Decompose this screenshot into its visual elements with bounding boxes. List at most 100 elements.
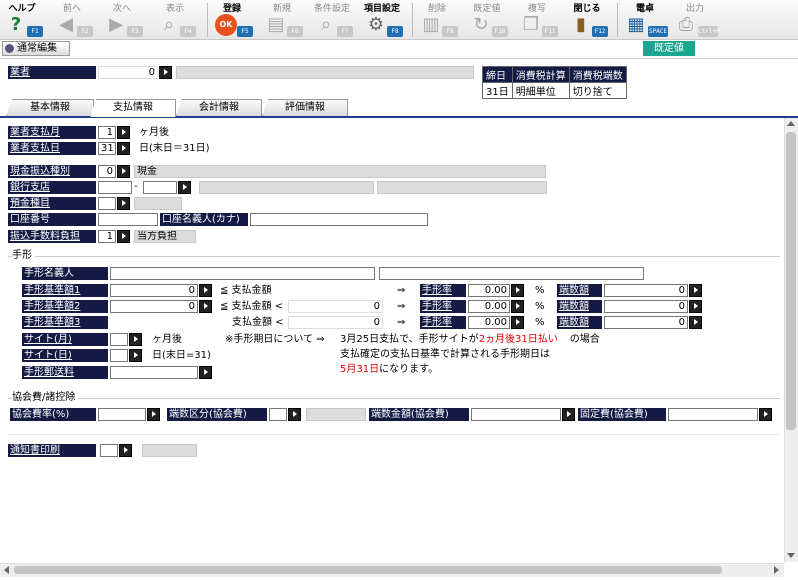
vendor-lookup-button[interactable]: [159, 66, 172, 79]
normal-edit-button[interactable]: 通常編集: [2, 41, 70, 56]
question-icon: ?: [10, 14, 22, 35]
bill-standard-2-input[interactable]: 0: [110, 300, 198, 313]
new-document-icon: ▤: [267, 14, 285, 35]
default-value-badge[interactable]: 既定値: [643, 41, 695, 56]
delete-button[interactable]: 削除 ▥ F9: [417, 0, 458, 40]
bill-standard-1-input[interactable]: 0: [110, 284, 198, 297]
vendor-code-input[interactable]: 0: [98, 66, 158, 79]
site-day-input[interactable]: [110, 349, 128, 362]
output-key: Ctrl+P: [698, 26, 720, 37]
tab-accounting-info[interactable]: 会計情報: [176, 99, 262, 116]
bill-holder-label: 手形名義人: [22, 267, 108, 280]
bill-standard-1-button[interactable]: [199, 284, 212, 297]
association-fraction-type-button[interactable]: [288, 408, 301, 421]
notice-print-button[interactable]: [119, 444, 132, 457]
vertical-scroll-thumb[interactable]: [786, 132, 796, 430]
condition-button[interactable]: 条件設定 ⌕ F7: [312, 0, 353, 40]
payment-day-input[interactable]: 31: [98, 142, 116, 155]
bill-rate-3-button[interactable]: [511, 316, 524, 329]
site-month-input[interactable]: [110, 333, 128, 346]
notice-print-input[interactable]: [100, 444, 118, 457]
bank-branch-lookup-button[interactable]: [178, 181, 191, 194]
tab-payment-info[interactable]: 支払情報: [90, 99, 176, 117]
prev-key: F2: [77, 26, 93, 37]
copy-icon: ❐: [522, 14, 540, 35]
account-number-label: 口座番号: [8, 213, 96, 226]
payment-day-button[interactable]: [117, 142, 130, 155]
note-line-1-highlight: 2ヵ月後31日払い: [478, 334, 558, 345]
bill-fraction-1-input[interactable]: 0: [604, 284, 688, 297]
bill-fraction-2-button[interactable]: [689, 300, 702, 313]
percent-sign: %: [535, 285, 545, 296]
output-button[interactable]: 出力 ⎙ Ctrl+P: [672, 0, 720, 40]
site-day-button[interactable]: [129, 349, 142, 362]
new-button[interactable]: 新規 ▤ F6: [262, 0, 303, 40]
bill-fraction-2-input[interactable]: 0: [604, 300, 688, 313]
cash-transfer-type-input[interactable]: 0: [98, 165, 116, 178]
calculator-button[interactable]: 電卓 ▦ SPACE: [622, 0, 668, 40]
tab-evaluation-info[interactable]: 評価情報: [262, 99, 348, 116]
next-button[interactable]: 次へ ▶ F3: [102, 0, 143, 40]
tab-basic-info[interactable]: 基本情報: [6, 99, 94, 116]
copy-button[interactable]: 複写 ❐ F11: [517, 0, 558, 40]
association-fixed-fee-label: 固定費(協会費): [578, 408, 666, 421]
bill-rate-2-label: 手形率: [420, 300, 466, 313]
payment-month-input[interactable]: 1: [98, 126, 116, 139]
transfer-fee-input[interactable]: 1: [98, 230, 116, 243]
association-fixed-fee-button[interactable]: [759, 408, 772, 421]
association-rate-button[interactable]: [147, 408, 160, 421]
association-fraction-amount-input[interactable]: [471, 408, 561, 421]
bill-rate-1-button[interactable]: [511, 284, 524, 297]
scroll-down-icon[interactable]: [787, 553, 795, 558]
bill-standard-2-button[interactable]: [199, 300, 212, 313]
help-key: F1: [27, 26, 43, 37]
bill-date-note-line-2: 支払確定の支払日基準で計算される手形期日は: [340, 349, 550, 360]
branch-code-input[interactable]: [143, 181, 177, 194]
bill-rate-2-input[interactable]: 0.00: [468, 300, 510, 313]
horizontal-scroll-thumb[interactable]: [14, 566, 722, 574]
bill-date-note-line-3: 5月31日になります。: [340, 363, 438, 376]
bill-standard-3-label: 手形基準額3: [22, 316, 108, 329]
payment-month-button[interactable]: [117, 126, 130, 139]
bill-rate-1-input[interactable]: 0.00: [468, 284, 510, 297]
account-holder-input[interactable]: [250, 213, 428, 226]
prev-label: 前へ: [62, 4, 81, 14]
association-fixed-fee-input[interactable]: [668, 408, 758, 421]
bill-fraction-3-input[interactable]: 0: [604, 316, 688, 329]
toolbar-separator: [617, 3, 618, 37]
deposit-type-button[interactable]: [117, 197, 130, 210]
account-number-input[interactable]: [98, 213, 158, 226]
cash-transfer-type-button[interactable]: [117, 165, 130, 178]
scroll-right-icon[interactable]: [774, 566, 779, 574]
association-fraction-type-input[interactable]: [269, 408, 287, 421]
default-value-button[interactable]: 既定値 ↻ F10: [467, 0, 508, 40]
site-month-button[interactable]: [129, 333, 142, 346]
site-day-label: サイト(日): [22, 349, 108, 362]
bill-postage-input[interactable]: [110, 366, 198, 379]
bill-rate-2-button[interactable]: [511, 300, 524, 313]
association-rate-input[interactable]: [98, 408, 146, 421]
deposit-type-input[interactable]: [98, 197, 116, 210]
bill-rate-3-input[interactable]: 0.00: [468, 316, 510, 329]
bill-fraction-3-button[interactable]: [689, 316, 702, 329]
bill-standard-3-op: 支払金額 <: [232, 317, 284, 328]
bill-postage-button[interactable]: [199, 366, 212, 379]
help-button[interactable]: ヘルプ ? F1: [2, 0, 43, 40]
filter-search-icon: ⌕: [320, 14, 332, 35]
prev-button[interactable]: 前へ ◀ F2: [52, 0, 93, 40]
scroll-left-icon[interactable]: [4, 566, 9, 574]
bank-code-input[interactable]: [98, 181, 132, 194]
printer-icon: ⎙: [678, 14, 694, 35]
bill-holder-input[interactable]: [110, 267, 375, 280]
item-settings-button[interactable]: 項目設定 ⚙ F8: [362, 0, 403, 40]
bill-holder-input-2[interactable]: [379, 267, 644, 280]
condition-key: F7: [337, 26, 353, 37]
register-button[interactable]: 登録 OK F5: [212, 0, 253, 40]
close-button[interactable]: 閉じる ▮ F12: [567, 0, 608, 40]
association-fraction-amount-button[interactable]: [562, 408, 575, 421]
scroll-up-icon[interactable]: [787, 121, 795, 126]
bill-fraction-1-button[interactable]: [689, 284, 702, 297]
bill-standard-2-label: 手形基準額2: [22, 300, 108, 313]
show-button[interactable]: 表示 ⌕ F4: [155, 0, 196, 40]
transfer-fee-button[interactable]: [117, 230, 130, 243]
